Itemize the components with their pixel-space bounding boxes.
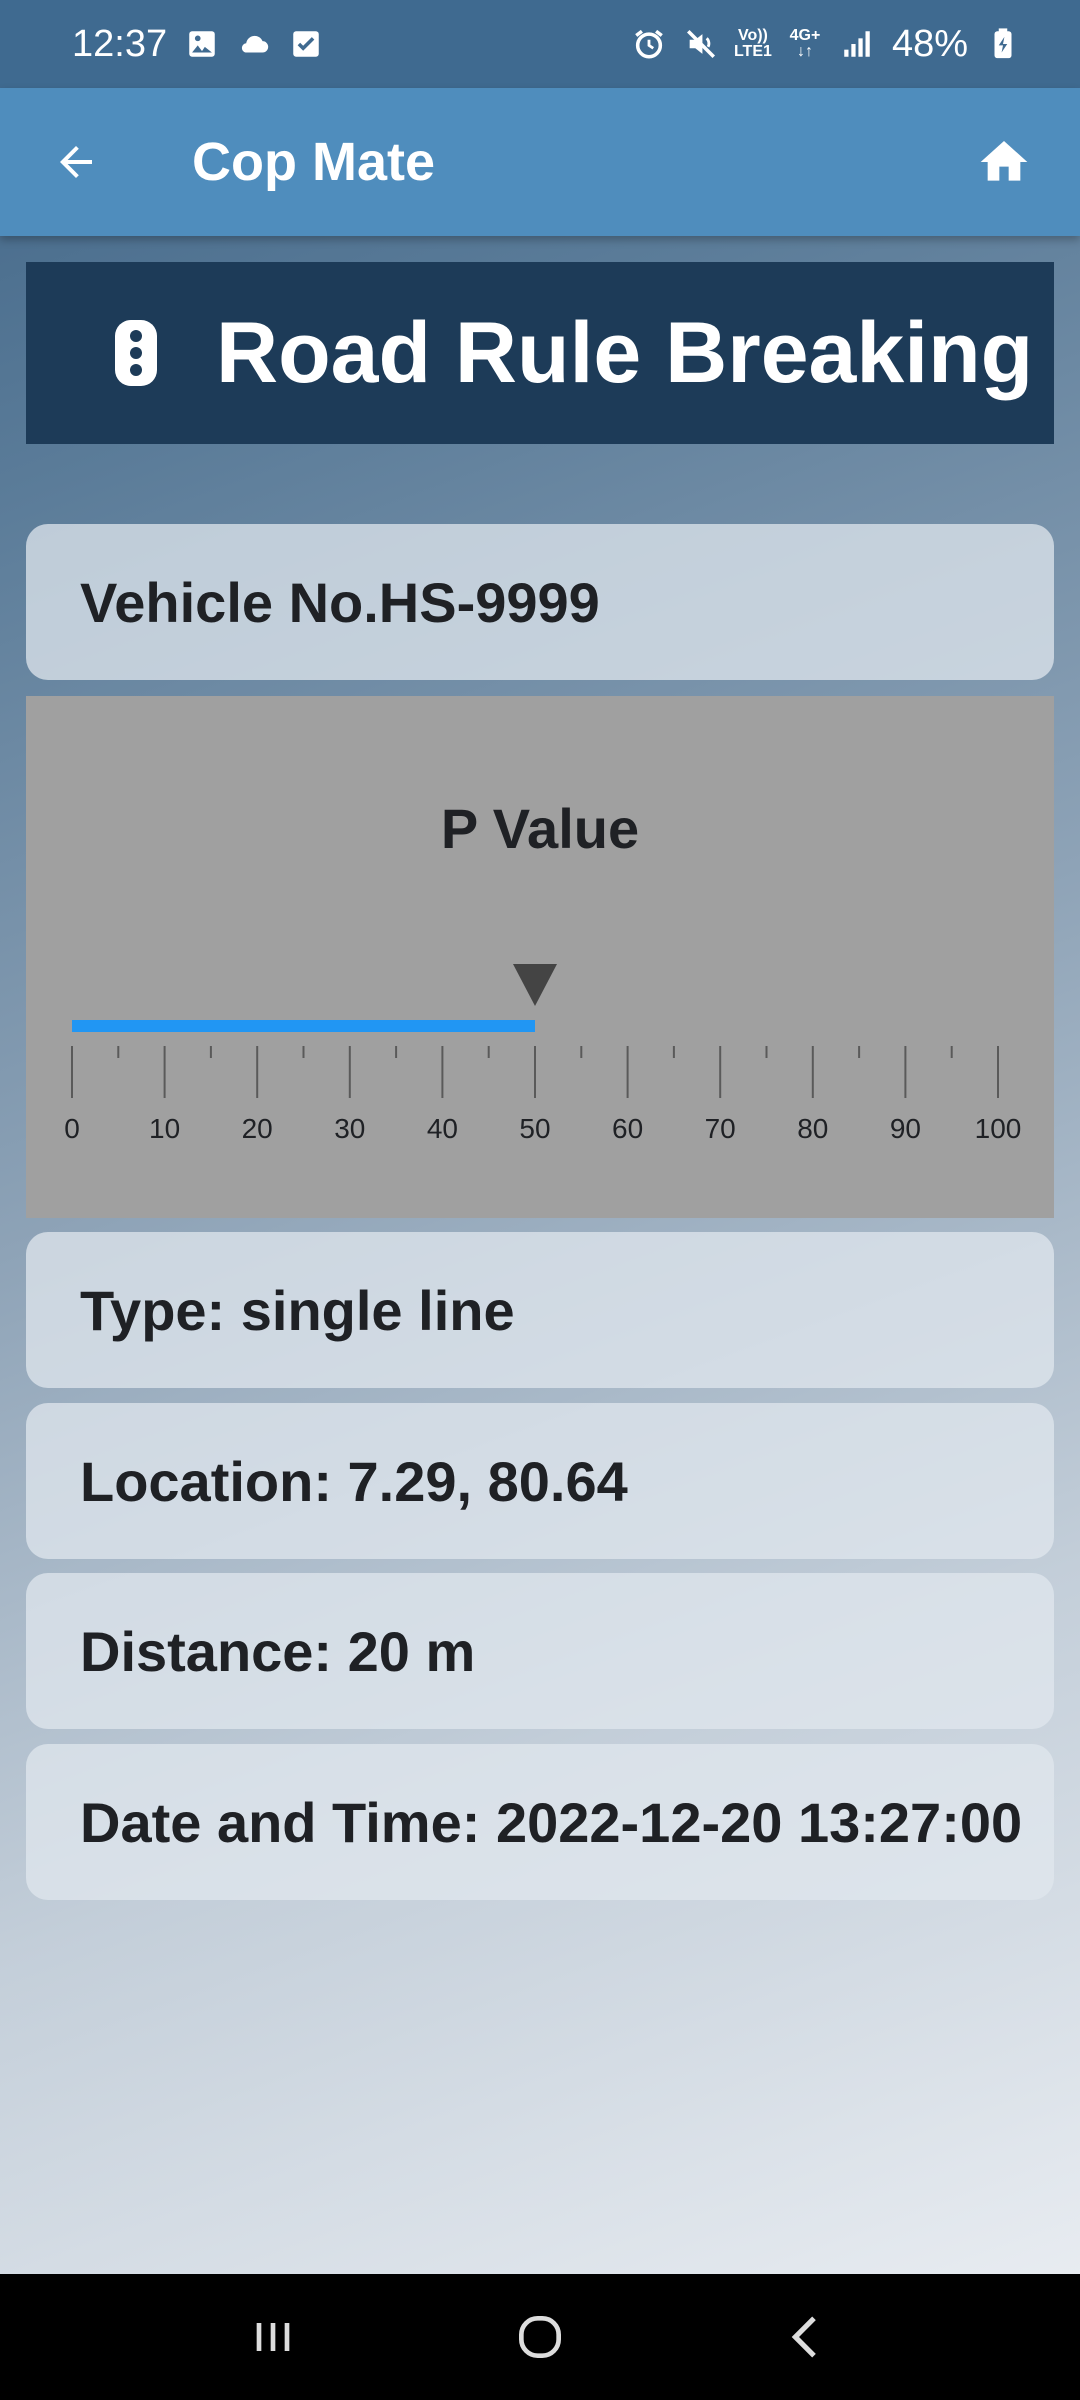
distance-card: Distance: 20 m: [26, 1573, 1054, 1729]
network-top: Vo)): [737, 27, 768, 44]
system-nav-bar: [0, 2274, 1080, 2400]
battery-percent: 48%: [891, 22, 968, 65]
gauge-scale: 0 10 20 30 40 50 60 70 80 90 100: [64, 964, 1022, 1144]
page-title: Road Rule Breaking: [216, 304, 1034, 401]
system-home-button[interactable]: [500, 2297, 580, 2377]
system-back-button[interactable]: [767, 2297, 847, 2377]
tick-label: 20: [242, 1113, 273, 1144]
datetime-card: Date and Time: 2022-12-20 13:27:00: [26, 1744, 1054, 1900]
location-card: Location: 7.29, 80.64: [26, 1403, 1054, 1559]
status-bar: 12:37 Vo)) LTE1 4G+ ↓↑ 48%: [0, 0, 1080, 88]
checkbox-icon: [289, 27, 323, 61]
date-time: Date and Time: 2022-12-20 13:27:00: [80, 1790, 1023, 1854]
value-bar: [72, 1020, 535, 1032]
status-left: 12:37: [72, 23, 323, 66]
traffic-light-icon: [106, 313, 166, 393]
recent-apps-icon: [256, 2323, 290, 2351]
arrow-left-icon: [60, 146, 92, 178]
back-chevron-icon: [791, 2316, 816, 2358]
page-header-banner: Road Rule Breaking: [26, 262, 1054, 444]
home-circle-icon: [518, 2316, 561, 2358]
battery-charging-icon: [986, 27, 1020, 61]
tick-label: 10: [149, 1113, 180, 1144]
tick-label: 0: [64, 1113, 80, 1144]
tick-label: 60: [612, 1113, 643, 1144]
back-button[interactable]: [40, 126, 112, 198]
network-type: 4G+: [789, 27, 821, 44]
tick-label: 40: [427, 1113, 458, 1144]
tick-label: 80: [797, 1113, 828, 1144]
home-button[interactable]: [968, 126, 1040, 198]
vehicle-number: Vehicle No.HS-9999: [80, 570, 600, 634]
tick-label: 30: [334, 1113, 365, 1144]
tick-label: 100: [975, 1113, 1022, 1144]
mute-icon: [684, 27, 718, 61]
type-card: Type: single line: [26, 1232, 1054, 1388]
app-title: Cop Mate: [192, 132, 435, 192]
p-value-gauge: P Value 0 10 20 30 40 50 60 70 80 90 100: [26, 696, 1054, 1218]
recent-apps-button[interactable]: [233, 2297, 313, 2377]
data-icon: 4G+ ↓↑: [788, 27, 822, 61]
data-arrows-icon: ↓↑: [796, 43, 813, 60]
cloud-icon: [237, 27, 271, 61]
status-right: Vo)) LTE1 4G+ ↓↑ 48%: [632, 23, 1020, 66]
location: Location: 7.29, 80.64: [80, 1449, 628, 1513]
violation-type: Type: single line: [80, 1278, 515, 1342]
volte-icon: Vo)) LTE1: [733, 27, 772, 61]
network-bottom: LTE1: [733, 43, 772, 60]
vehicle-number-card: Vehicle No.HS-9999: [26, 524, 1054, 680]
home-icon: [980, 141, 1028, 181]
signal-icon: [840, 27, 874, 61]
image-icon: [185, 27, 219, 61]
tick-label: 90: [890, 1113, 921, 1144]
tick-label: 70: [705, 1113, 736, 1144]
value-pointer: [513, 964, 557, 1006]
app-bar: Cop Mate: [0, 88, 1080, 236]
tick-label: 50: [519, 1113, 550, 1144]
status-time: 12:37: [72, 22, 168, 65]
alarm-icon: [632, 27, 666, 61]
distance: Distance: 20 m: [80, 1619, 476, 1683]
